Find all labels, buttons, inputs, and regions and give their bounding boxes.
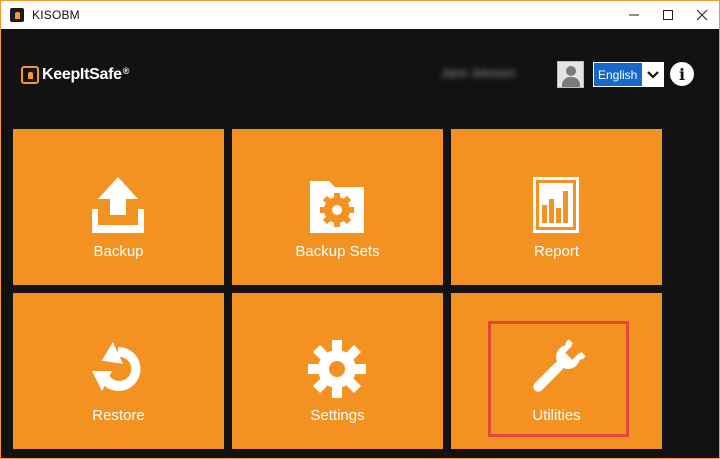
language-select[interactable]: English (593, 62, 664, 87)
chevron-down-icon[interactable] (642, 63, 663, 86)
minimize-icon (629, 14, 639, 16)
app-icon (10, 8, 24, 22)
language-value: English (598, 67, 638, 82)
logo-text: KeepItSafe® (42, 66, 130, 83)
minimize-button[interactable] (617, 1, 651, 29)
window-controls (617, 1, 719, 29)
maximize-icon (663, 10, 673, 20)
main-content: KeepItSafe® Jane Johnson English i Backu… (4, 29, 716, 455)
info-icon[interactable]: i (670, 62, 694, 86)
tile-label: Report (533, 243, 580, 260)
tile-restore[interactable]: Restore (13, 293, 224, 449)
lock-icon (21, 66, 39, 84)
tile-backup[interactable]: Backup (13, 129, 224, 285)
wrench-icon (533, 339, 586, 392)
user-avatar[interactable] (557, 61, 584, 88)
tile-utilities[interactable]: Utilities (451, 293, 662, 449)
tile-settings[interactable]: Settings (232, 293, 443, 449)
upload-icon (92, 177, 144, 233)
window-title: KISOBM (32, 8, 80, 22)
close-button[interactable] (685, 1, 719, 29)
tile-backup-sets[interactable]: Backup Sets (232, 129, 443, 285)
tile-label: Settings (310, 407, 365, 424)
app-window: KISOBM KeepItSafe® Jane Johnson English (0, 0, 720, 459)
tile-label: Backup (93, 243, 144, 260)
tile-label: Utilities (532, 407, 581, 424)
restore-icon (92, 342, 141, 391)
gear-icon (308, 340, 366, 398)
close-icon (696, 9, 708, 21)
folder-gear-icon (310, 181, 364, 233)
report-chart-icon (533, 177, 579, 233)
tile-label: Backup Sets (295, 243, 380, 260)
maximize-button[interactable] (651, 1, 685, 29)
keepitsafe-logo: KeepItSafe® (21, 66, 129, 84)
tile-report[interactable]: Report (451, 129, 662, 285)
tile-label: Restore (92, 407, 145, 424)
username: Jane Johnson (441, 66, 516, 80)
title-bar[interactable]: KISOBM (1, 1, 719, 29)
